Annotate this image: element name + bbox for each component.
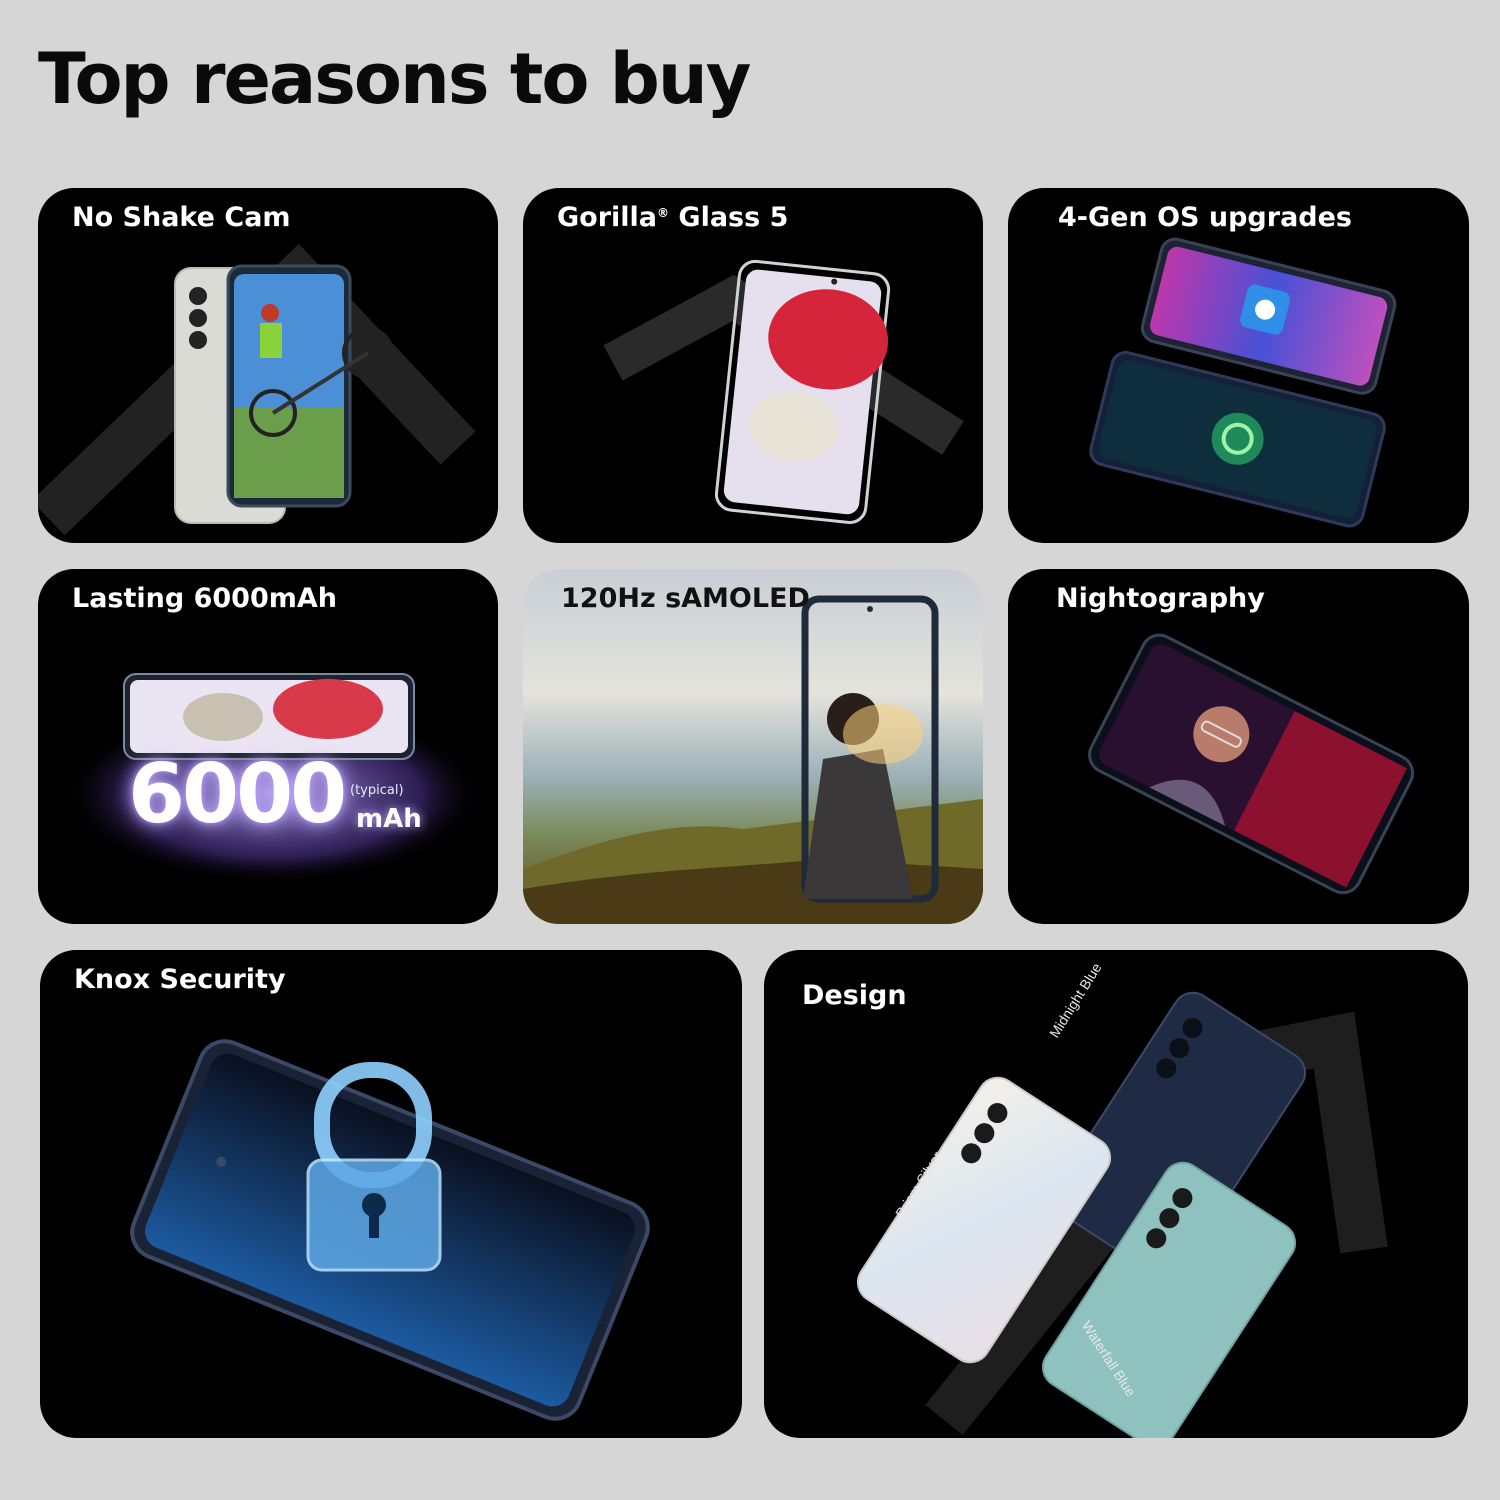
battery-capacity-value: 6000 [128, 747, 347, 842]
feature-card-no-shake-cam: No Shake Cam [38, 188, 498, 543]
feature-card-battery: 6000 (typical) mAh Lasting 6000mAh [38, 569, 498, 924]
card-title: Lasting 6000mAh [72, 583, 338, 614]
feature-card-gorilla-glass: Gorilla® Glass 5 [523, 188, 983, 543]
card-title-part: Glass 5 [669, 202, 789, 233]
feature-card-os-upgrades: 4-Gen OS upgrades [1008, 188, 1469, 543]
card-title-part: Gorilla [557, 202, 658, 233]
battery-note: (typical) [350, 783, 404, 798]
phone-illustration [714, 259, 891, 524]
feature-card-knox-security: Knox Security [40, 950, 742, 1438]
card-title: 4-Gen OS upgrades [1058, 202, 1353, 233]
phone-illustration [1088, 633, 1415, 895]
card-title: Design [802, 980, 907, 1011]
card-title: Nightography [1056, 583, 1265, 614]
phone-illustration [130, 1039, 650, 1421]
feature-card-design: Design Midnight Blue Prism Silver Waterf… [764, 950, 1468, 1438]
battery-unit: mAh [356, 804, 422, 834]
card-title: No Shake Cam [72, 202, 291, 233]
feature-card-display: 120Hz sAMOLED [523, 569, 983, 924]
card-title: Knox Security [74, 964, 286, 995]
card-title: Gorilla® Glass 5 [557, 202, 788, 233]
phone-illustration [174, 264, 394, 524]
registered-mark: ® [657, 206, 670, 220]
phone-illustration [1089, 237, 1397, 528]
page-title: Top reasons to buy [38, 38, 751, 120]
card-title: 120Hz sAMOLED [561, 583, 810, 614]
feature-card-nightography: Nightography [1008, 569, 1469, 924]
phone-illustration [523, 595, 983, 924]
